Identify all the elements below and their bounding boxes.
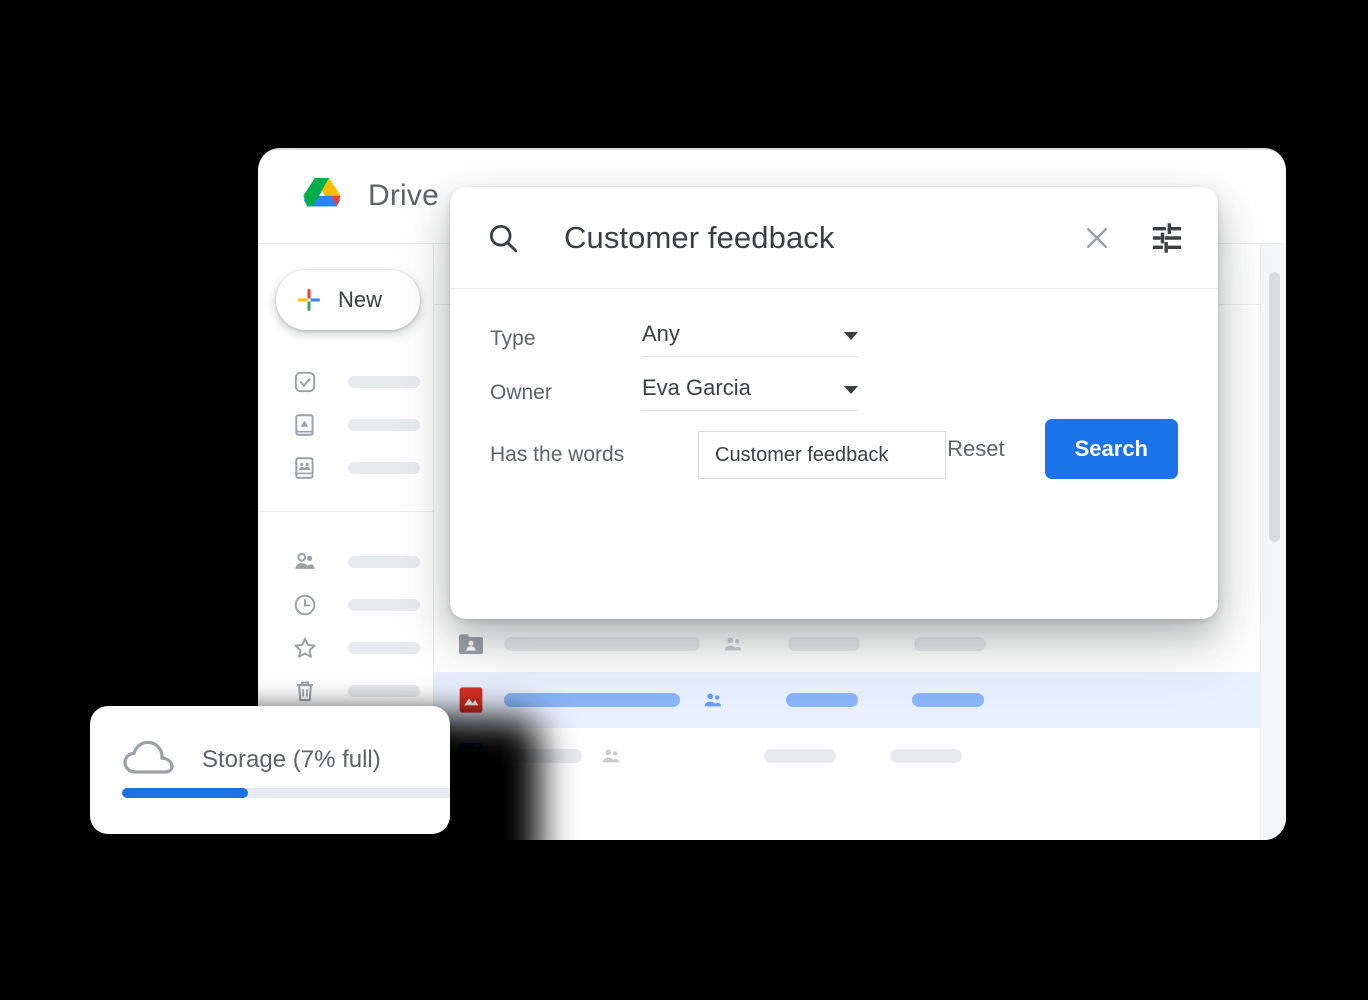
- close-icon[interactable]: [1082, 223, 1112, 253]
- storage-header: Storage (7% full): [90, 706, 450, 782]
- search-dialog-topbar: Customer feedback: [450, 187, 1218, 289]
- filter-row-type: Type Any: [490, 321, 1218, 357]
- chevron-down-icon: [844, 332, 858, 340]
- type-select[interactable]: Any: [642, 321, 858, 357]
- has-the-words-input[interactable]: Customer feedback: [698, 431, 946, 479]
- chevron-down-icon: [844, 386, 858, 394]
- owner-label: Owner: [490, 381, 552, 404]
- search-button[interactable]: Search: [1044, 419, 1178, 479]
- owner-select[interactable]: Eva Garcia: [642, 375, 858, 411]
- type-label: Type: [490, 327, 536, 350]
- search-icon: [489, 224, 518, 252]
- search-dialog-actions: Reset Search: [929, 419, 1178, 479]
- owner-select-value: Eva Garcia: [642, 375, 751, 400]
- tune-filter-icon[interactable]: [1150, 221, 1184, 255]
- search-filters-form: Type Any Owner Eva Garcia Has the words …: [450, 289, 1218, 479]
- storage-label: Storage (7% full): [202, 746, 381, 773]
- screenshot-stage: Drive New Customer feedback Type Any Own…: [0, 0, 1368, 1000]
- search-input[interactable]: Customer feedback: [564, 220, 1082, 256]
- filter-row-owner: Owner Eva Garcia: [490, 375, 1218, 411]
- has-the-words-label: Has the words: [490, 443, 625, 466]
- cloud-icon: [123, 740, 174, 774]
- storage-progress-fill: [122, 788, 248, 798]
- reset-button[interactable]: Reset: [929, 424, 1022, 474]
- storage-progress-track: [122, 788, 450, 798]
- storage-card[interactable]: Storage (7% full): [90, 706, 450, 834]
- type-select-value: Any: [642, 321, 680, 346]
- advanced-search-dialog: Customer feedback Type Any Owner Eva Gar…: [450, 187, 1218, 619]
